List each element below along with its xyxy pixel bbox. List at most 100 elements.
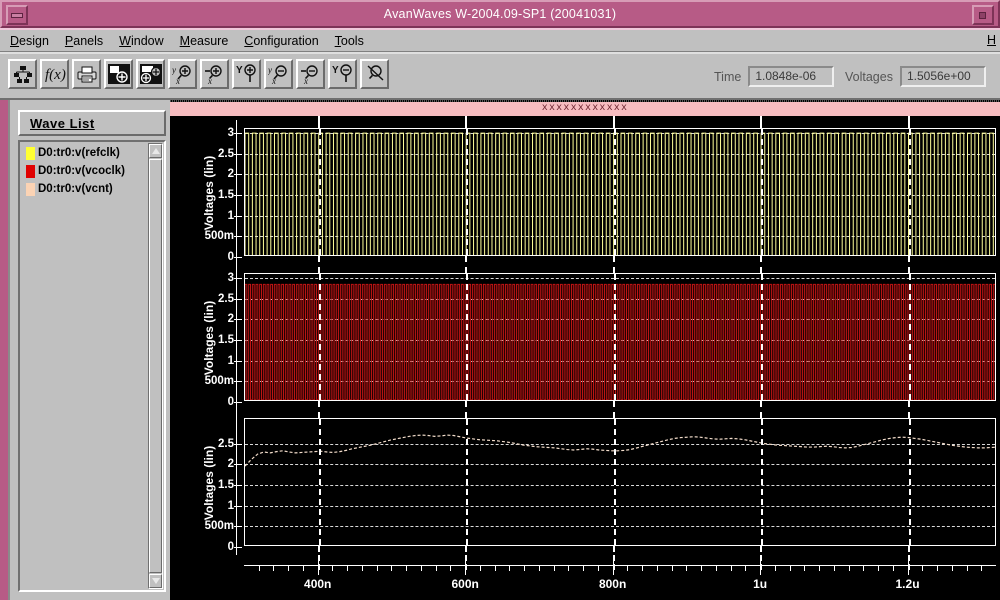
vertical-cursor-extension (317, 256, 320, 273)
vertical-cursor[interactable] (613, 129, 616, 255)
waveform-panel-vcnt[interactable]: Voltages (lin) 2.5 2 1.5 1 500m 0 (170, 410, 1000, 555)
scrollbar-thumb[interactable] (149, 159, 162, 573)
menu-item-tools[interactable]: Tools (335, 34, 364, 48)
vertical-cursor[interactable] (318, 274, 321, 400)
plot-title: xxxxxxxxxxxx (541, 103, 629, 114)
toolbar-button-strip: f(x) y x x Y y x x Y (8, 59, 389, 89)
vertical-cursor-extension (612, 256, 615, 273)
avanwaves-window: AvanWaves W-2004.09-SP1 (20041031) Desig… (0, 0, 1000, 600)
zoom-out-xy-button[interactable]: y x (264, 59, 293, 89)
restore-button[interactable] (972, 5, 994, 25)
zoom-in-xy-button[interactable]: y x (168, 59, 197, 89)
series-path (245, 283, 995, 400)
list-item[interactable]: D0:tr0:v(refclk) (22, 144, 148, 162)
zoom-out-x-button[interactable]: x (296, 59, 325, 89)
menu-item-configuration[interactable]: Configuration (244, 34, 318, 48)
menu-mnemonic: M (179, 33, 191, 48)
zoom-out-y-button[interactable]: Y (328, 59, 357, 89)
vertical-cursor[interactable] (908, 419, 911, 545)
vertical-cursor[interactable] (466, 274, 469, 400)
add-panel-button[interactable] (104, 59, 133, 89)
voltages-value-field[interactable]: 1.5056e+00 (899, 66, 986, 87)
waveform-panel-vcoclk[interactable]: Voltages (lin) 3 2.5 2 1.5 1 500m 0 (170, 265, 1000, 410)
x-axis-line (244, 565, 996, 566)
wave-list-header-button[interactable]: Wave List (18, 110, 166, 136)
scroll-up-arrow-icon (151, 148, 160, 154)
wave-list-scrollbar[interactable] (148, 143, 163, 589)
menu-item-panels[interactable]: Panels (65, 34, 103, 48)
panel-plot-area[interactable] (244, 273, 996, 401)
waveform-plot-region[interactable]: xxxxxxxxxxxx Voltages (lin) 3 2.5 2 1.5 1 500… (170, 100, 1000, 600)
vertical-cursor[interactable] (613, 419, 616, 545)
menu-label: onfiguration (253, 33, 319, 48)
x-tick-mark-minor (745, 566, 747, 571)
vertical-cursor[interactable] (318, 129, 321, 255)
vertical-cursor[interactable] (466, 419, 469, 545)
panel-y-axis-line (236, 265, 237, 410)
vertical-cursor[interactable] (908, 274, 911, 400)
x-tick-label: 600n (451, 577, 479, 591)
time-value-field[interactable]: 1.0848e-06 (748, 66, 835, 87)
zoom-in-xy-icon: y x (172, 65, 191, 84)
panel-plot-area[interactable] (244, 128, 996, 256)
vertical-cursor[interactable] (761, 419, 764, 545)
panel-plot-area[interactable] (244, 418, 996, 546)
vertical-cursor[interactable] (761, 129, 764, 255)
menu-item-help[interactable]: H (987, 33, 996, 47)
menu-mnemonic: H (986, 33, 996, 47)
x-tick-mark-minor (966, 566, 968, 571)
zoom-in-x-button[interactable]: x (200, 59, 229, 89)
series-path (245, 434, 995, 467)
x-tick-mark-minor (642, 566, 644, 571)
x-tick-mark-minor (420, 566, 422, 571)
y-tick-label: 1.5 (218, 479, 234, 492)
svg-text:x: x (175, 76, 180, 84)
list-item[interactable]: D0:tr0:v(vcnt) (22, 180, 148, 198)
function-calculator-button[interactable]: f(x) (40, 59, 69, 89)
x-tick-mark-minor (524, 566, 526, 571)
zoom-in-y-icon: Y (236, 64, 256, 82)
menu-item-measure[interactable]: Measure (180, 34, 229, 48)
menu-mnemonic: C (244, 33, 254, 48)
hierarchy-button[interactable] (8, 59, 37, 89)
list-item[interactable]: D0:tr0:v(vcoclk) (22, 162, 148, 180)
x-tick-label: 400n (304, 577, 332, 591)
menu-mnemonic: D (10, 33, 20, 48)
x-tick-mark-minor (715, 566, 717, 571)
scroll-up-button[interactable] (149, 144, 162, 158)
waveform-panel-refclk[interactable]: Voltages (lin) 3 2.5 2 1.5 1 500m 0 (170, 120, 1000, 265)
panel-add-icon (107, 64, 130, 84)
x-tick-mark-minor (258, 566, 260, 571)
vertical-cursor[interactable] (613, 274, 616, 400)
cancel-zoom-button[interactable] (360, 59, 389, 89)
x-tick-label: 800n (598, 577, 627, 591)
x-tick-mark-minor (376, 566, 378, 571)
vertical-cursor[interactable] (761, 274, 764, 400)
x-tick-mark-minor (494, 566, 496, 571)
x-tick-mark-minor (597, 566, 599, 571)
wave-color-swatch (26, 164, 35, 178)
y-tick-label: 2.5 (218, 292, 234, 305)
menu-label: anels (73, 33, 104, 48)
vertical-cursor[interactable] (318, 419, 321, 545)
x-tick-label: 1.2u (895, 577, 920, 591)
menu-item-window[interactable]: Window (119, 34, 163, 48)
zoom-cancel-icon (367, 65, 383, 81)
x-tick-mark-minor (332, 566, 334, 571)
scroll-down-button[interactable] (149, 574, 162, 588)
zoom-in-y-button[interactable]: Y (232, 59, 261, 89)
vertical-cursor[interactable] (908, 129, 911, 255)
add-panel-below-button[interactable] (136, 59, 165, 89)
x-tick-mark-minor (686, 566, 688, 571)
voltages-label: Voltages (845, 69, 893, 84)
vertical-cursor-extension (317, 401, 320, 418)
print-button[interactable] (72, 59, 101, 89)
x-tick-mark-minor (804, 566, 806, 571)
function-fx-icon: f(x) (45, 67, 66, 83)
zoom-out-xy-icon: y x (268, 65, 287, 84)
menu-item-design[interactable]: Design (10, 34, 49, 48)
toolbar: f(x) y x x Y y x x Y Time 1.0848e-06 Vol… (0, 52, 1000, 100)
panel-y-axis-line (236, 120, 237, 265)
vertical-cursor-extension (317, 546, 320, 570)
vertical-cursor[interactable] (466, 129, 469, 255)
